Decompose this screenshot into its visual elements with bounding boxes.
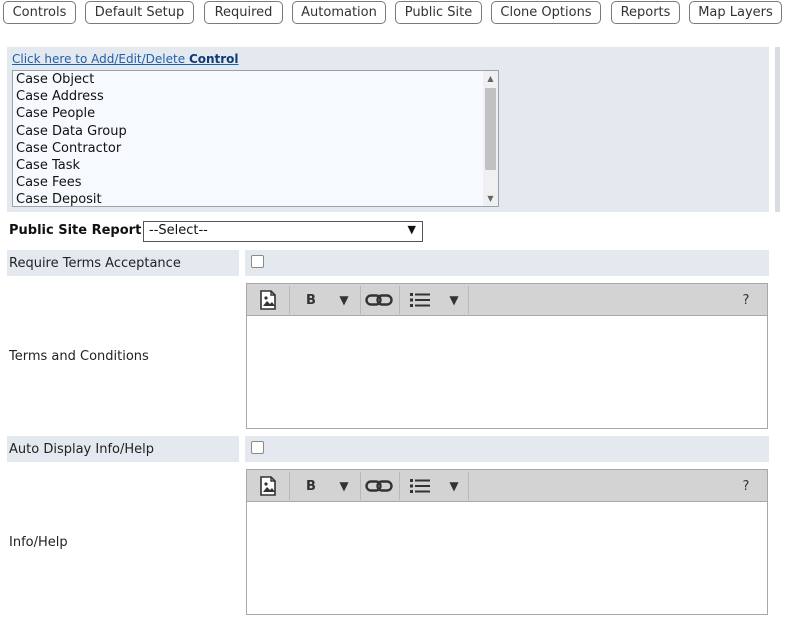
tab-controls[interactable]: Controls bbox=[3, 1, 76, 24]
editor-toolbar: B ▼ ▼ ? bbox=[247, 470, 767, 502]
image-icon[interactable] bbox=[255, 470, 281, 502]
link-icon[interactable] bbox=[364, 284, 394, 316]
scroll-down-arrow-icon[interactable]: ▼ bbox=[483, 191, 498, 206]
help-icon[interactable]: ? bbox=[737, 470, 755, 502]
tab-clone-options[interactable]: Clone Options bbox=[491, 1, 601, 24]
list-item[interactable]: Case Deposit bbox=[16, 191, 482, 206]
image-icon[interactable] bbox=[255, 284, 281, 316]
require-terms-control-band bbox=[245, 250, 769, 276]
terms-editor-body[interactable] bbox=[247, 317, 767, 428]
help-icon[interactable]: ? bbox=[737, 284, 755, 316]
tab-map-layers[interactable]: Map Layers bbox=[689, 1, 782, 24]
require-terms-label: Require Terms Acceptance bbox=[9, 256, 181, 271]
tab-default-setup[interactable]: Default Setup bbox=[85, 1, 194, 24]
list-item[interactable]: Case Contractor bbox=[16, 140, 482, 157]
require-terms-checkbox[interactable] bbox=[251, 255, 264, 268]
bold-dropdown-chevron-icon[interactable]: ▼ bbox=[335, 470, 353, 502]
bold-button[interactable]: B bbox=[301, 284, 321, 316]
terms-editor: B ▼ ▼ ? bbox=[246, 283, 768, 429]
link-icon[interactable] bbox=[364, 470, 394, 502]
tab-automation[interactable]: Automation bbox=[292, 1, 386, 24]
public-site-report-select[interactable]: --Select-- ▼ bbox=[143, 221, 423, 242]
info-help-label: Info/Help bbox=[9, 535, 68, 550]
public-site-report-label: Public Site Report bbox=[9, 223, 142, 238]
control-listbox[interactable]: Case Object Case Address Case People Cas… bbox=[12, 70, 499, 207]
info-help-editor-body[interactable] bbox=[247, 503, 767, 614]
list-item[interactable]: Case Data Group bbox=[16, 123, 482, 140]
add-edit-delete-control-link[interactable]: Click here to Add/Edit/Delete Control bbox=[12, 52, 239, 66]
panel-scrollbar[interactable] bbox=[775, 47, 780, 212]
list-item[interactable]: Case Task bbox=[16, 157, 482, 174]
auto-display-label: Auto Display Info/Help bbox=[9, 442, 154, 457]
tab-bar: Controls Default Setup Required Automati… bbox=[0, 1, 788, 25]
terms-and-conditions-label: Terms and Conditions bbox=[9, 349, 149, 364]
list-icon[interactable] bbox=[409, 470, 431, 502]
tab-reports[interactable]: Reports bbox=[611, 1, 680, 24]
auto-display-checkbox[interactable] bbox=[251, 441, 264, 454]
list-item[interactable]: Case People bbox=[16, 105, 482, 122]
listbox-scrollbar[interactable]: ▲ ▼ bbox=[483, 71, 498, 206]
list-item[interactable]: Case Object bbox=[16, 71, 482, 88]
auto-display-control-band bbox=[245, 436, 769, 462]
list-dropdown-chevron-icon[interactable]: ▼ bbox=[445, 284, 463, 316]
scroll-thumb[interactable] bbox=[485, 88, 496, 170]
list-item[interactable]: Case Fees bbox=[16, 174, 482, 191]
bold-button[interactable]: B bbox=[301, 470, 321, 502]
select-value: --Select-- bbox=[149, 223, 208, 238]
editor-toolbar: B ▼ ▼ ? bbox=[247, 284, 767, 316]
tab-required[interactable]: Required bbox=[204, 1, 283, 24]
tab-public-site[interactable]: Public Site bbox=[395, 1, 482, 24]
info-help-editor: B ▼ ▼ ? bbox=[246, 469, 768, 615]
bold-dropdown-chevron-icon[interactable]: ▼ bbox=[335, 284, 353, 316]
scroll-up-arrow-icon[interactable]: ▲ bbox=[483, 71, 498, 86]
list-item[interactable]: Case Address bbox=[16, 88, 482, 105]
control-panel: Click here to Add/Edit/Delete Control Ca… bbox=[7, 47, 769, 212]
chevron-down-icon: ▼ bbox=[407, 223, 416, 236]
list-dropdown-chevron-icon[interactable]: ▼ bbox=[445, 470, 463, 502]
list-icon[interactable] bbox=[409, 284, 431, 316]
